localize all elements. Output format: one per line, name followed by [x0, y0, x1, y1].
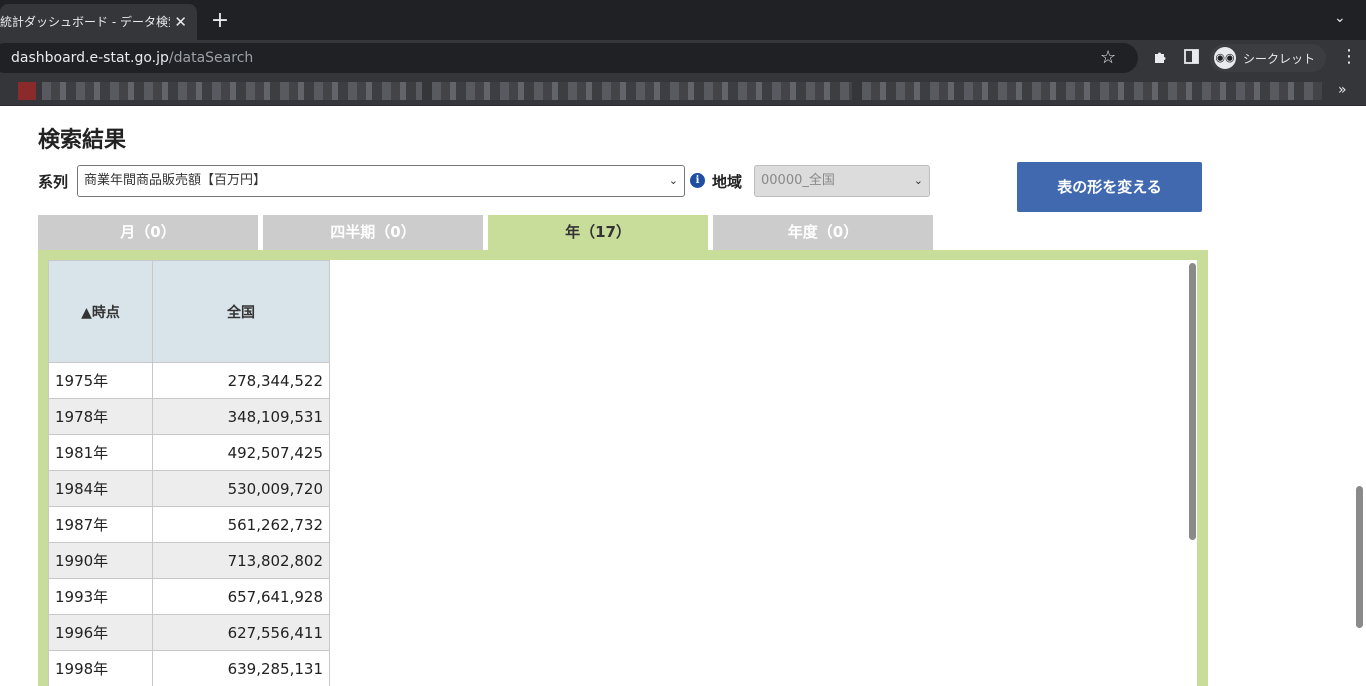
chevron-double-right-icon[interactable]: » — [1338, 82, 1347, 98]
cell-value: 627,556,411 — [152, 614, 330, 651]
cell-value: 492,507,425 — [152, 434, 330, 471]
address-bar[interactable]: dashboard.e-stat.go.jp/dataSearch ☆ — [0, 43, 1138, 73]
url-path: /dataSearch — [168, 50, 254, 66]
series-label: 系列 — [38, 173, 69, 191]
cell-year: 1984年 — [48, 470, 153, 507]
cell-year: 1975年 — [48, 362, 153, 399]
series-select[interactable]: 商業年間商品販売額【百万円】 ⌄ — [77, 165, 685, 197]
column-header-time[interactable]: ▲時点 — [48, 260, 153, 363]
cell-value: 278,344,522 — [152, 362, 330, 399]
incognito-label: シークレット — [1243, 52, 1316, 66]
bookmark-favicon[interactable] — [18, 82, 36, 100]
cell-year: 1998年 — [48, 650, 153, 686]
page-title: 検索結果 — [38, 128, 127, 153]
browser-tab-title: 統計ダッシュボード - データ検索 — [0, 15, 170, 29]
cell-year: 1981年 — [48, 434, 153, 471]
cell-value: 657,641,928 — [152, 578, 330, 615]
tab-fiscal-year[interactable]: 年度（0） — [713, 215, 933, 250]
cell-year: 1978年 — [48, 398, 153, 435]
table-row: 1996年 627,556,411 — [48, 614, 330, 651]
table-row: 1993年 657,641,928 — [48, 578, 330, 615]
reshape-table-button[interactable]: 表の形を変える — [1017, 162, 1202, 212]
close-icon[interactable]: ✕ — [174, 4, 187, 40]
bookmarks-bar: » — [0, 76, 1366, 106]
bookmark-items-blurred[interactable] — [862, 82, 1322, 100]
cell-year: 1990年 — [48, 542, 153, 579]
incognito-indicator[interactable]: ◉◉ シークレット — [1210, 44, 1326, 72]
tab-quarter[interactable]: 四半期（0） — [263, 215, 483, 250]
browser-tabstrip: 統計ダッシュボード - データ検索 ✕ + ⌄ — [0, 0, 1366, 40]
new-tab-button[interactable]: + — [209, 8, 231, 34]
cell-value: 713,802,802 — [152, 542, 330, 579]
cell-value: 530,009,720 — [152, 470, 330, 507]
browser-toolbar: dashboard.e-stat.go.jp/dataSearch ☆ ◉◉ シ… — [0, 40, 1366, 76]
info-icon[interactable]: i — [690, 173, 705, 188]
page-scrollbar[interactable] — [1356, 486, 1363, 628]
url-host: dashboard.e-stat.go.jp — [11, 50, 169, 66]
kebab-menu-icon[interactable]: ⋮ — [1340, 46, 1358, 67]
puzzle-icon[interactable] — [1152, 49, 1168, 65]
region-select-value: 00000_全国 — [761, 173, 835, 188]
table-row: 1975年 278,344,522 — [48, 362, 330, 399]
star-icon[interactable]: ☆ — [1100, 47, 1116, 68]
chevron-down-icon: ⌄ — [668, 174, 678, 187]
table-scrollbar[interactable] — [1189, 263, 1196, 540]
cell-value: 639,285,131 — [152, 650, 330, 686]
table-row: 1984年 530,009,720 — [48, 470, 330, 507]
table-row: 1981年 492,507,425 — [48, 434, 330, 471]
url-text: dashboard.e-stat.go.jp/dataSearch — [11, 50, 253, 66]
data-table: ▲時点 全国 1975年 278,344,522 1978年 348,109,5… — [48, 260, 330, 686]
table-row: 1998年 639,285,131 — [48, 650, 330, 686]
tab-month[interactable]: 月（0） — [38, 215, 258, 250]
cell-year: 1993年 — [48, 578, 153, 615]
chevron-down-icon[interactable]: ⌄ — [1334, 10, 1346, 26]
chevron-down-icon: ⌄ — [913, 174, 923, 187]
column-header-national[interactable]: 全国 — [152, 260, 330, 363]
region-select[interactable]: 00000_全国 ⌄ — [754, 165, 930, 197]
bookmark-items-blurred[interactable] — [432, 82, 852, 100]
table-row: 1987年 561,262,732 — [48, 506, 330, 543]
table-header-row: ▲時点 全国 — [48, 260, 330, 363]
cell-year: 1987年 — [48, 506, 153, 543]
cell-value: 561,262,732 — [152, 506, 330, 543]
series-select-value: 商業年間商品販売額【百万円】 — [84, 173, 267, 188]
tab-year[interactable]: 年（17） — [488, 215, 708, 251]
incognito-icon: ◉◉ — [1214, 47, 1236, 69]
cell-year: 1996年 — [48, 614, 153, 651]
region-label: 地域 — [712, 173, 743, 191]
table-row: 1990年 713,802,802 — [48, 542, 330, 579]
sidepanel-icon[interactable] — [1184, 49, 1199, 64]
cell-value: 348,109,531 — [152, 398, 330, 435]
browser-tab[interactable]: 統計ダッシュボード - データ検索 ✕ — [0, 4, 197, 40]
table-row: 1978年 348,109,531 — [48, 398, 330, 435]
bookmark-items-blurred[interactable] — [42, 82, 422, 100]
